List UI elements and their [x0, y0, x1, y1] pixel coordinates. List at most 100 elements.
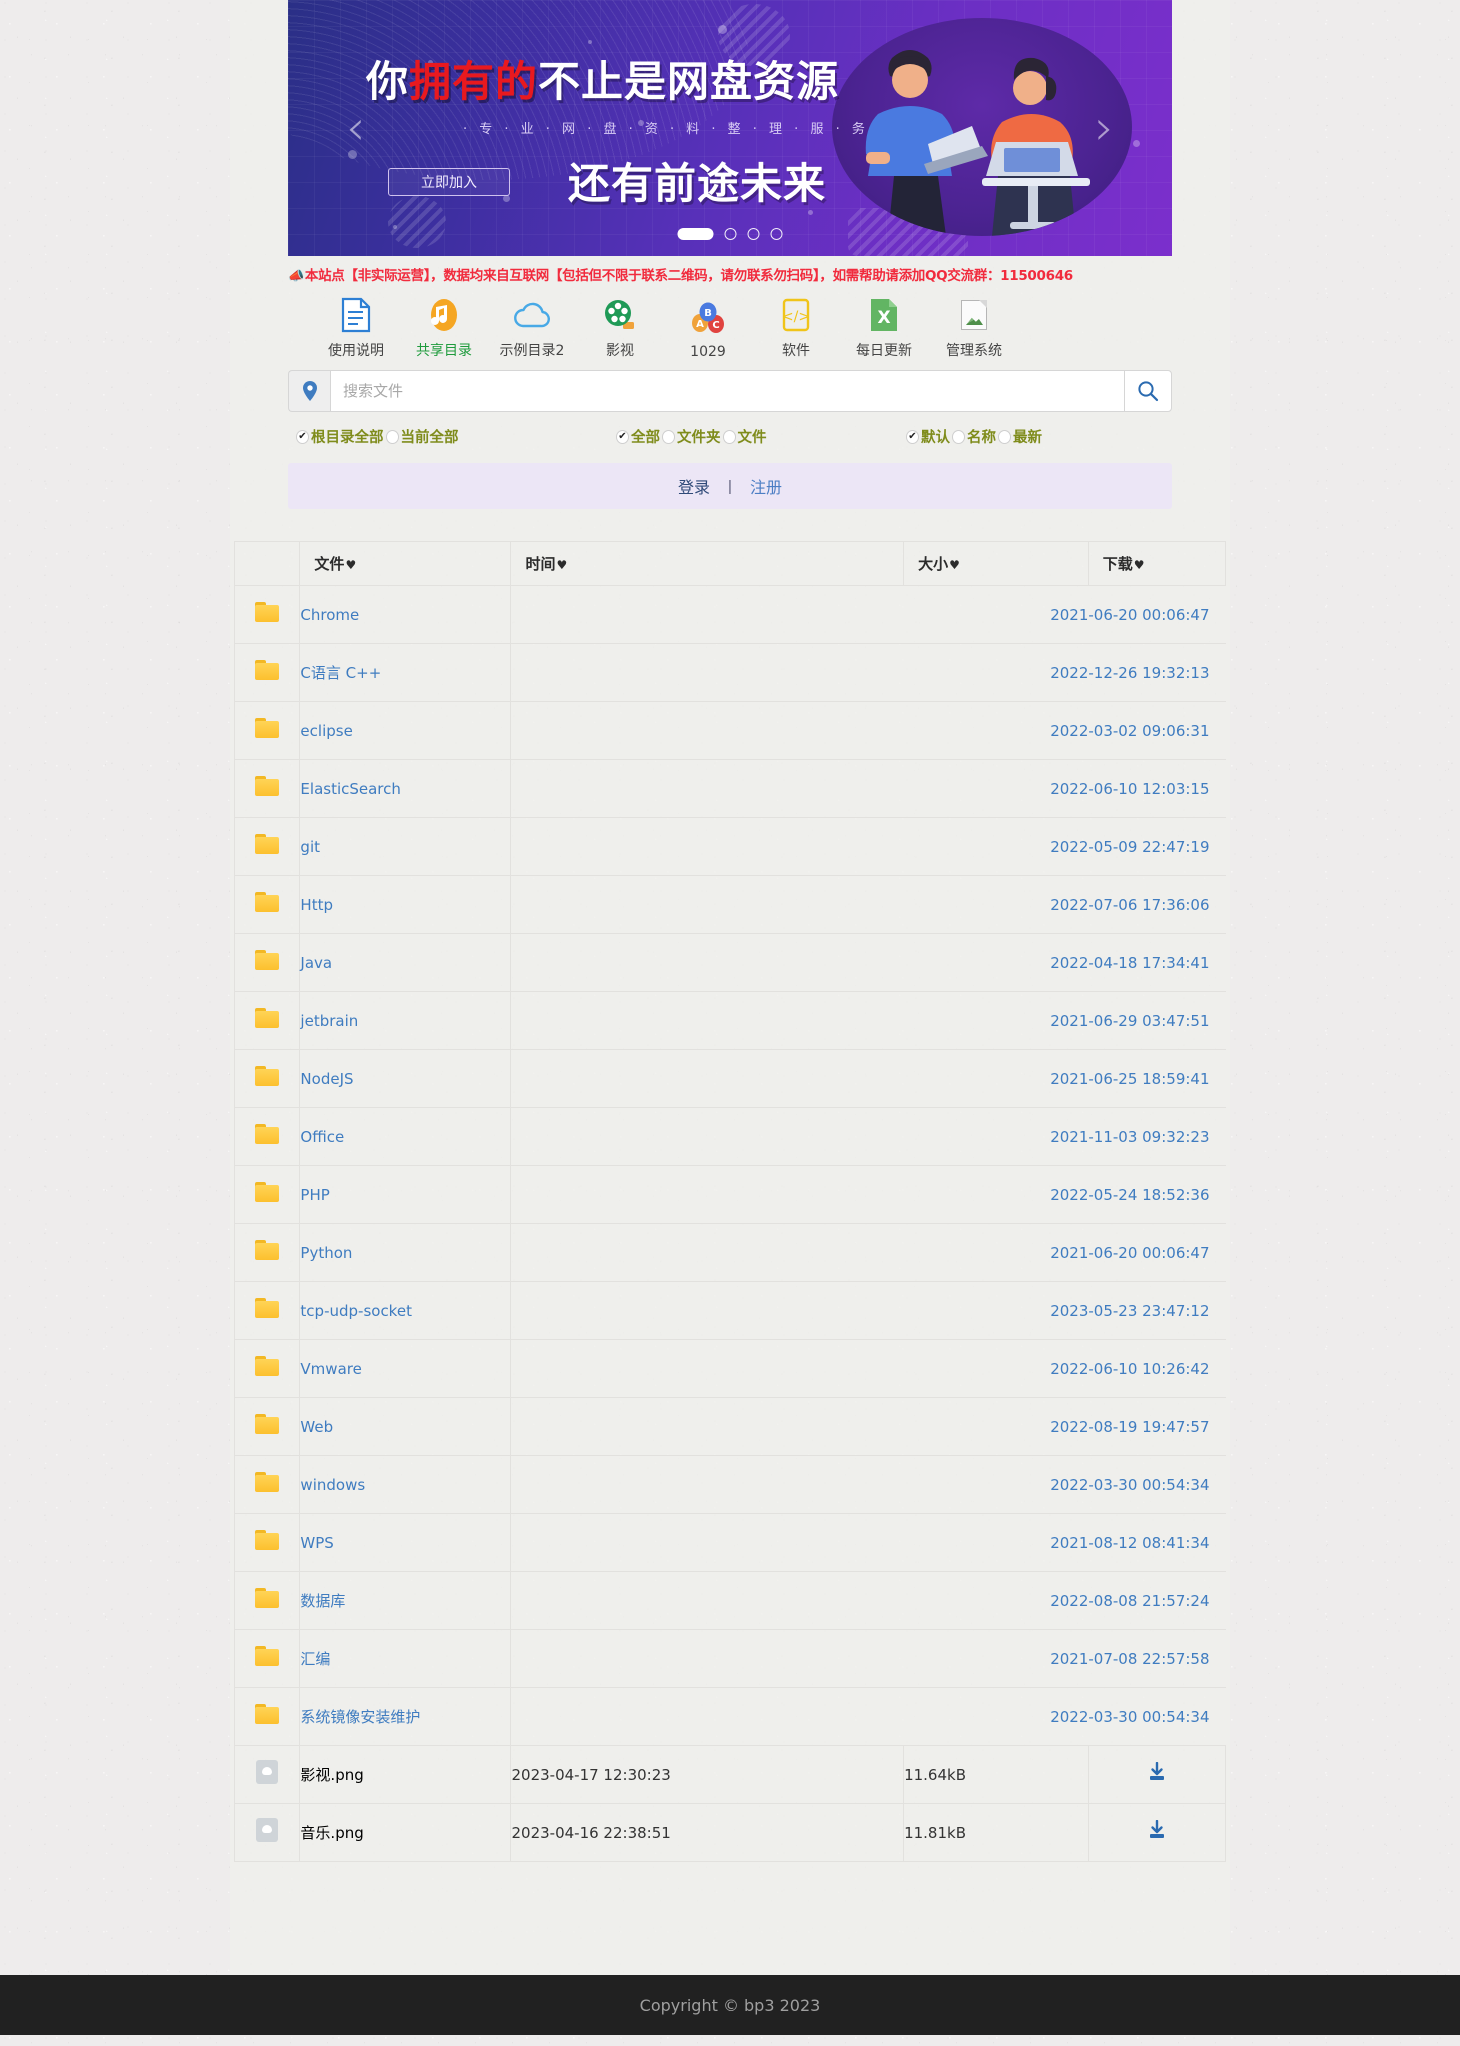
table-row[interactable]: 数据库2022-08-08 21:57:24	[235, 1572, 1226, 1630]
table-row[interactable]: 音乐.png2023-04-16 22:38:5111.81kB	[235, 1804, 1226, 1862]
sort-caret-icon[interactable]: ♥	[557, 558, 568, 572]
nav-item-software[interactable]: </> 软件	[752, 294, 840, 360]
table-row[interactable]: windows2022-03-30 00:54:34	[235, 1456, 1226, 1514]
row-name-cell[interactable]: Http	[300, 876, 511, 934]
download-icon[interactable]	[1147, 1762, 1167, 1782]
sort-caret-icon[interactable]: ♥	[345, 558, 356, 572]
carousel-dot-1[interactable]	[678, 228, 714, 240]
row-name-cell[interactable]: windows	[300, 1456, 511, 1514]
register-link[interactable]: 注册	[750, 474, 782, 498]
row-name-cell[interactable]: ElasticSearch	[300, 760, 511, 818]
file-link[interactable]: windows	[300, 1476, 365, 1494]
file-link[interactable]: jetbrain	[300, 1012, 358, 1030]
file-link[interactable]: tcp-udp-socket	[300, 1302, 412, 1320]
radio-unchecked-icon[interactable]	[952, 430, 965, 444]
header-size[interactable]: 大小♥	[904, 542, 1089, 586]
filter-option-current-all[interactable]: 当前全部	[386, 426, 459, 447]
table-row[interactable]: ElasticSearch2022-06-10 12:03:15	[235, 760, 1226, 818]
header-time[interactable]: 时间♥	[511, 542, 904, 586]
row-name-cell[interactable]: eclipse	[300, 702, 511, 760]
table-row[interactable]: Chrome2021-06-20 00:06:47	[235, 586, 1226, 644]
filter-group-scope[interactable]: ✔ 根目录全部 当前全部	[296, 426, 616, 447]
radio-checked-icon[interactable]: ✔	[616, 430, 629, 444]
file-link[interactable]: Chrome	[300, 606, 359, 624]
nav-item-example-directory2[interactable]: 示例目录2	[488, 294, 576, 360]
table-row[interactable]: tcp-udp-socket2023-05-23 23:47:12	[235, 1282, 1226, 1340]
nav-item-1029[interactable]: A C B 1029	[664, 298, 752, 360]
header-file[interactable]: 文件♥	[300, 542, 511, 586]
row-name-cell[interactable]: C语言 C++	[300, 644, 511, 702]
search-submit-button[interactable]	[1124, 370, 1172, 412]
row-name-cell[interactable]: NodeJS	[300, 1050, 511, 1108]
row-name-cell[interactable]: 音乐.png	[300, 1804, 511, 1862]
filter-option-sort-name[interactable]: 名称	[952, 426, 996, 447]
file-link[interactable]: WPS	[300, 1534, 333, 1552]
file-link[interactable]: 系统镜像安装维护	[300, 1708, 420, 1726]
table-row[interactable]: WPS2021-08-12 08:41:34	[235, 1514, 1226, 1572]
table-row[interactable]: Http2022-07-06 17:36:06	[235, 876, 1226, 934]
row-name-cell[interactable]: git	[300, 818, 511, 876]
sort-caret-icon[interactable]: ♥	[1134, 558, 1145, 572]
radio-checked-icon[interactable]: ✔	[906, 430, 919, 444]
category-icon-nav[interactable]: 使用说明 共享目录 示例目录2	[288, 288, 1172, 370]
file-link[interactable]: git	[300, 838, 320, 856]
table-row[interactable]: 汇编2021-07-08 22:57:58	[235, 1630, 1226, 1688]
search-input[interactable]	[330, 370, 1124, 412]
table-row[interactable]: eclipse2022-03-02 09:06:31	[235, 702, 1226, 760]
carousel-prev-arrow-icon[interactable]: ‹	[346, 104, 365, 152]
row-name-cell[interactable]: 数据库	[300, 1572, 511, 1630]
radio-unchecked-icon[interactable]	[662, 430, 675, 444]
carousel-next-arrow-icon[interactable]: ›	[1095, 104, 1114, 152]
carousel-dot-4[interactable]	[771, 228, 783, 240]
file-link[interactable]: Http	[300, 896, 333, 914]
row-name-cell[interactable]: WPS	[300, 1514, 511, 1572]
filter-option-sort-default[interactable]: ✔ 默认	[906, 426, 950, 447]
filter-option-type-folder[interactable]: 文件夹	[662, 426, 721, 447]
nav-item-shared-directory[interactable]: 共享目录	[400, 294, 488, 360]
table-row[interactable]: 影视.png2023-04-17 12:30:2311.64kB	[235, 1746, 1226, 1804]
file-link[interactable]: 汇编	[300, 1650, 330, 1668]
row-name-cell[interactable]: PHP	[300, 1166, 511, 1224]
download-icon[interactable]	[1147, 1820, 1167, 1840]
row-name-cell[interactable]: Java	[300, 934, 511, 992]
table-row[interactable]: 系统镜像安装维护2022-03-30 00:54:34	[235, 1688, 1226, 1746]
filter-option-root-all[interactable]: ✔ 根目录全部	[296, 426, 384, 447]
row-name-cell[interactable]: Vmware	[300, 1340, 511, 1398]
filter-group-type[interactable]: ✔ 全部 文件夹 文件	[616, 426, 906, 447]
row-name-cell[interactable]: Web	[300, 1398, 511, 1456]
filter-option-type-all[interactable]: ✔ 全部	[616, 426, 660, 447]
table-row[interactable]: git2022-05-09 22:47:19	[235, 818, 1226, 876]
login-link[interactable]: 登录	[678, 474, 710, 498]
file-link[interactable]: C语言 C++	[300, 664, 381, 682]
table-row[interactable]: Web2022-08-19 19:47:57	[235, 1398, 1226, 1456]
carousel-dot-2[interactable]	[725, 228, 737, 240]
sort-caret-icon[interactable]: ♥	[949, 558, 960, 572]
promo-carousel[interactable]: 你拥有的不止是网盘资源 · 专 · 业 · 网 · 盘 · 资 · 料 · 整 …	[288, 0, 1172, 256]
file-link[interactable]: Vmware	[300, 1360, 361, 1378]
file-link[interactable]: 数据库	[300, 1592, 345, 1610]
row-download-cell[interactable]	[1088, 1804, 1225, 1862]
table-row[interactable]: Vmware2022-06-10 10:26:42	[235, 1340, 1226, 1398]
filter-options[interactable]: ✔ 根目录全部 当前全部 ✔ 全部 文件夹	[288, 412, 1172, 455]
radio-unchecked-icon[interactable]	[723, 430, 736, 444]
file-link[interactable]: ElasticSearch	[300, 780, 400, 798]
file-link[interactable]: Python	[300, 1244, 352, 1262]
file-link[interactable]: PHP	[300, 1186, 329, 1204]
radio-unchecked-icon[interactable]	[998, 430, 1011, 444]
join-now-button[interactable]: 立即加入	[388, 168, 510, 196]
row-name-cell[interactable]: jetbrain	[300, 992, 511, 1050]
row-download-cell[interactable]	[1088, 1746, 1225, 1804]
row-name-cell[interactable]: tcp-udp-socket	[300, 1282, 511, 1340]
table-row[interactable]: PHP2022-05-24 18:52:36	[235, 1166, 1226, 1224]
row-name-cell[interactable]: Python	[300, 1224, 511, 1282]
radio-unchecked-icon[interactable]	[386, 430, 399, 444]
table-row[interactable]: Office2021-11-03 09:32:23	[235, 1108, 1226, 1166]
filter-group-sort[interactable]: ✔ 默认 名称 最新	[906, 426, 1166, 447]
row-name-cell[interactable]: 汇编	[300, 1630, 511, 1688]
header-download[interactable]: 下载♥	[1088, 542, 1225, 586]
file-link[interactable]: Web	[300, 1418, 333, 1436]
row-name-cell[interactable]: Office	[300, 1108, 511, 1166]
table-row[interactable]: C语言 C++2022-12-26 19:32:13	[235, 644, 1226, 702]
row-name-cell[interactable]: Chrome	[300, 586, 511, 644]
row-name-cell[interactable]: 影视.png	[300, 1746, 511, 1804]
